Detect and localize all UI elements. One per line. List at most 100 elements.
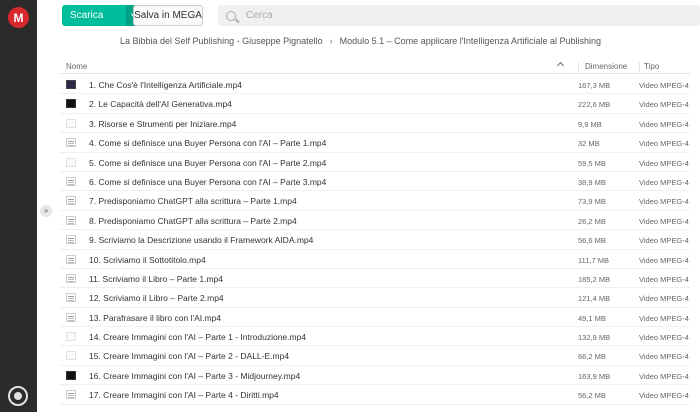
file-name: 16. Creare Immagini con l'AI – Parte 3 -… xyxy=(89,370,301,381)
file-name: 3. Risorse e Strumenti per Iniziare.mp4 xyxy=(89,118,237,129)
file-type: Video MPEG-4 xyxy=(639,391,689,401)
chevron-double-right-icon[interactable]: » xyxy=(40,205,52,217)
video-thumbnail-icon xyxy=(66,235,76,245)
file-type: Video MPEG-4 xyxy=(639,236,689,246)
toolbar: Scarica Salva in MEGA xyxy=(37,0,700,31)
column-header-type[interactable]: Tipo xyxy=(639,62,659,74)
file-size: 163,9 MB xyxy=(578,371,611,381)
table-row[interactable]: 7. Predisponiamo ChatGPT alla scrittura … xyxy=(60,191,690,211)
file-size: 222,6 MB xyxy=(578,100,611,110)
file-name: 8. Predisponiamo ChatGPT alla scrittura … xyxy=(89,215,297,226)
file-size: 38,9 MB xyxy=(578,177,606,187)
search-input[interactable] xyxy=(246,10,446,21)
video-thumbnail-icon xyxy=(66,80,76,89)
file-type: Video MPEG-4 xyxy=(639,216,689,226)
table-row[interactable]: 6. Come si definisce una Buyer Persona c… xyxy=(60,172,690,192)
file-type: Video MPEG-4 xyxy=(639,274,689,284)
file-size: 49,1 MB xyxy=(578,313,606,323)
table-row[interactable]: 4. Come si definisce una Buyer Persona c… xyxy=(60,133,690,153)
file-size: 132,9 MB xyxy=(578,333,611,343)
table-row[interactable]: 12. Scriviamo il Libro – Parte 2.mp4 121,… xyxy=(60,288,690,308)
file-name: 2. Le Capacità dell'AI Generativa.mp4 xyxy=(89,99,232,110)
table-row[interactable]: 10. Scriviamo il Sottotitolo.mp4 111,7 MB… xyxy=(60,250,690,269)
video-thumbnail-icon xyxy=(66,273,76,283)
file-type: Video MPEG-4 xyxy=(639,119,689,129)
search-icon xyxy=(226,10,236,21)
file-type: Video MPEG-4 xyxy=(639,197,689,207)
video-thumbnail-icon xyxy=(66,254,76,264)
file-name: 9. Scriviamo la Descrizione usando il Fr… xyxy=(89,235,314,246)
table-row[interactable]: 14. Creare Immagini con l'AI – Parte 1 -… xyxy=(60,327,690,347)
file-type: Video MPEG-4 xyxy=(639,100,689,110)
video-thumbnail-icon xyxy=(66,312,76,322)
file-type: Video MPEG-4 xyxy=(639,313,689,323)
file-type: Video MPEG-4 xyxy=(639,81,689,90)
file-name: 10. Scriviamo il Sottotitolo.mp4 xyxy=(89,254,206,265)
breadcrumb: La Bibbia del Self Publishing - Giuseppe… xyxy=(120,36,601,46)
file-size: 66,2 MB xyxy=(578,352,606,362)
file-name: 11. Scriviamo il Libro – Parte 1.mp4 xyxy=(89,273,224,284)
video-thumbnail-icon xyxy=(66,370,76,380)
file-size: 56,2 MB xyxy=(578,391,606,401)
file-name: 12. Scriviamo il Libro – Parte 2.mp4 xyxy=(89,293,224,304)
table-row[interactable]: 16. Creare Immagini con l'AI – Parte 3 -… xyxy=(60,366,690,386)
table-header: Nome Dimensione Tipo xyxy=(60,58,690,74)
file-name: 15. Creare Immagini con l'AI – Parte 2 -… xyxy=(89,351,290,362)
video-thumbnail-icon xyxy=(66,390,76,400)
file-name: 13. Parafrasare il libro con l'AI.mp4 xyxy=(89,312,222,323)
breadcrumb-current: Modulo 5.1 – Come applicare l'Intelligen… xyxy=(339,36,602,46)
video-thumbnail-icon xyxy=(66,293,76,303)
table-row[interactable]: 17. Creare Immagini con l'AI – Parte 4 -… xyxy=(60,385,690,405)
profile-icon[interactable] xyxy=(8,386,28,406)
mega-logo-icon[interactable]: M xyxy=(8,7,29,28)
video-thumbnail-icon xyxy=(66,196,76,206)
video-thumbnail-icon xyxy=(66,215,76,225)
file-type: Video MPEG-4 xyxy=(639,352,689,362)
sidebar: M xyxy=(0,0,37,412)
breadcrumb-separator-icon: › xyxy=(329,36,333,46)
file-name: 4. Come si definisce una Buyer Persona c… xyxy=(89,138,327,149)
column-header-name[interactable]: Nome xyxy=(66,62,87,71)
search-bar[interactable] xyxy=(218,5,700,26)
file-type: Video MPEG-4 xyxy=(639,371,689,381)
file-type: Video MPEG-4 xyxy=(639,139,689,149)
breadcrumb-root[interactable]: La Bibbia del Self Publishing - Giuseppe… xyxy=(120,36,323,46)
file-size: 59,5 MB xyxy=(578,158,606,168)
file-type: Video MPEG-4 xyxy=(639,294,689,304)
video-thumbnail-icon xyxy=(66,176,76,186)
file-type: Video MPEG-4 xyxy=(639,158,689,168)
file-size: 73,9 MB xyxy=(578,197,606,207)
download-button[interactable]: Scarica xyxy=(62,5,126,26)
file-name: 17. Creare Immagini con l'AI – Parte 4 -… xyxy=(89,390,279,401)
table-row[interactable]: 3. Risorse e Strumenti per Iniziare.mp4 9… xyxy=(60,114,690,134)
file-size: 26,2 MB xyxy=(578,216,606,226)
video-thumbnail-icon xyxy=(66,99,76,109)
table-row[interactable]: 8. Predisponiamo ChatGPT alla scrittura … xyxy=(60,211,690,231)
save-to-mega-button[interactable]: Salva in MEGA xyxy=(133,5,203,26)
sort-ascending-icon[interactable] xyxy=(556,61,565,70)
file-name: 1. Che Cos'è l'Intelligenza Artificiale.… xyxy=(89,80,243,90)
table-row[interactable]: 5. Come si definisce una Buyer Persona c… xyxy=(60,153,690,172)
column-header-size[interactable]: Dimensione xyxy=(578,62,627,74)
file-size: 167,3 MB xyxy=(578,81,611,90)
file-list: 1. Che Cos'è l'Intelligenza Artificiale.… xyxy=(60,75,690,405)
file-name: 14. Creare Immagini con l'AI – Parte 1 -… xyxy=(89,332,307,343)
table-row[interactable]: 11. Scriviamo il Libro – Parte 1.mp4 185,… xyxy=(60,269,690,289)
table-row[interactable]: 13. Parafrasare il libro con l'AI.mp4 49,… xyxy=(60,308,690,328)
video-thumbnail-icon xyxy=(66,351,76,361)
video-thumbnail-icon xyxy=(66,157,76,167)
file-size: 111,7 MB xyxy=(578,255,609,265)
file-size: 121,4 MB xyxy=(578,294,611,304)
table-row[interactable]: 15. Creare Immagini con l'AI – Parte 2 -… xyxy=(60,346,690,366)
table-row[interactable]: 1. Che Cos'è l'Intelligenza Artificiale.… xyxy=(60,75,690,95)
file-type: Video MPEG-4 xyxy=(639,255,689,265)
table-row[interactable]: 9. Scriviamo la Descrizione usando il Fr… xyxy=(60,230,690,250)
video-thumbnail-icon xyxy=(66,332,76,342)
file-type: Video MPEG-4 xyxy=(639,177,689,187)
table-row[interactable]: 2. Le Capacità dell'AI Generativa.mp4 222… xyxy=(60,94,690,114)
video-thumbnail-icon xyxy=(66,138,76,148)
file-size: 185,2 MB xyxy=(578,274,611,284)
file-size: 56,6 MB xyxy=(578,236,606,246)
file-size: 32 MB xyxy=(578,139,600,149)
video-thumbnail-icon xyxy=(66,118,76,128)
